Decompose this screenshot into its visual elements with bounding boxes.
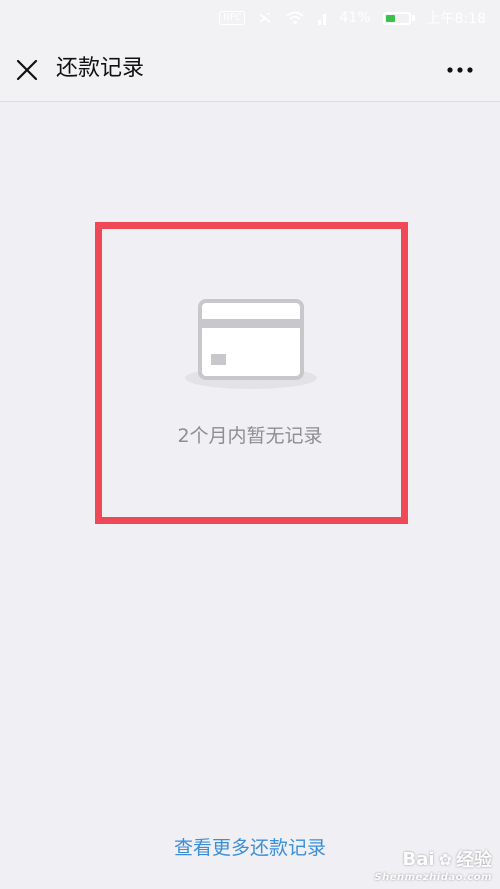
credit-card-icon xyxy=(185,299,317,389)
battery-icon xyxy=(382,11,415,25)
empty-state-message: 2个月内暂无记录 xyxy=(177,425,323,447)
more-button[interactable] xyxy=(446,58,474,82)
battery-fill xyxy=(385,14,395,22)
paw-icon: ✿ xyxy=(438,849,452,869)
wifi-icon xyxy=(285,10,305,26)
page-title: 还款记录 xyxy=(56,56,145,81)
close-icon xyxy=(16,59,38,81)
signal-icon xyxy=(317,11,327,25)
nav-bar: 还款记录 xyxy=(0,36,500,102)
more-horizontal-icon xyxy=(447,67,473,73)
battery-percent: 41% xyxy=(339,10,371,26)
watermark-brand-suffix: 经验 xyxy=(456,850,492,871)
watermark: Bai ✿ 经验 Shenmezhidao.com xyxy=(374,846,492,884)
status-bar: NFC 41% 上午8:18 xyxy=(0,0,500,36)
vibrate-icon xyxy=(257,10,273,26)
status-time: 上午8:18 xyxy=(426,11,486,27)
nfc-indicator: NFC xyxy=(219,11,246,25)
watermark-brand: Bai xyxy=(402,848,435,870)
close-button[interactable] xyxy=(14,57,40,83)
watermark-site: Shenmezhidao.com xyxy=(374,872,492,883)
